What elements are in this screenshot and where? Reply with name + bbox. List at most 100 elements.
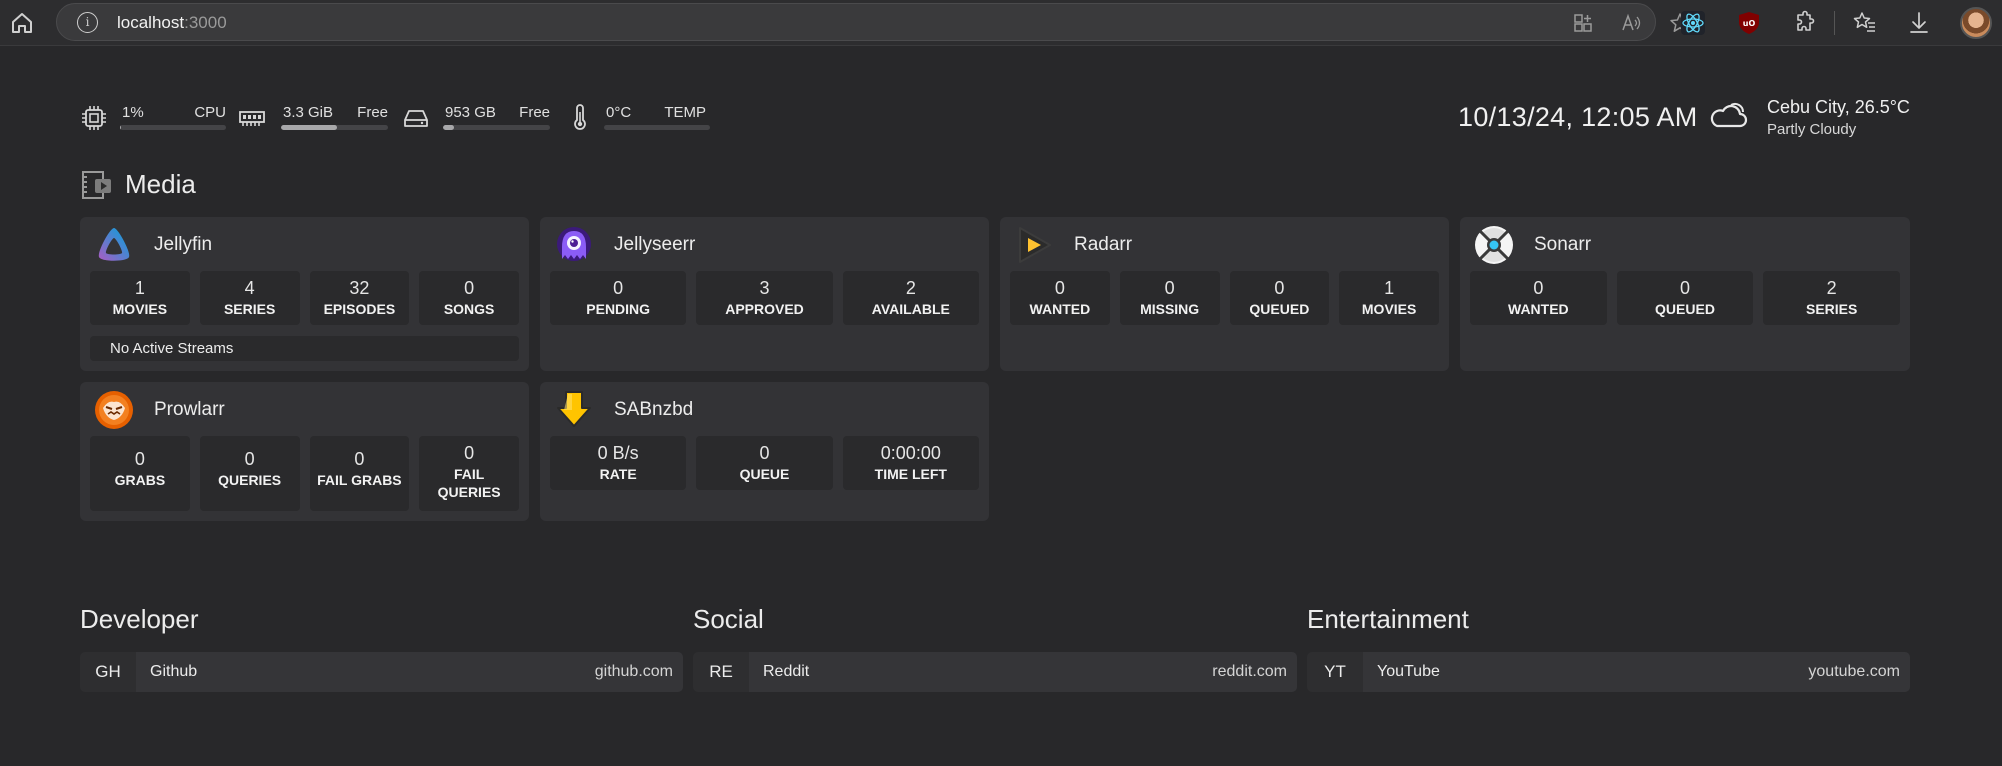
weather-condition: Partly Cloudy	[1767, 121, 1857, 138]
stat-time-left: 0:00:00 TIME LEFT	[842, 436, 979, 490]
bookmark-name: YouTube	[1377, 663, 1440, 680]
service-name: Radarr	[1074, 234, 1133, 255]
memory-usage-bar	[281, 125, 388, 130]
jellyseerr-icon	[557, 227, 591, 261]
service-card-jellyfin[interactable]: Jellyfin 1 MOVIES 4 SERIES 32 EPISODES 0 SON…	[80, 217, 529, 371]
jellyfin-icon	[98, 228, 130, 261]
cpu-icon	[82, 106, 106, 130]
stat-movies: 1 MOVIES	[1339, 271, 1439, 325]
stat-pending: 0 PENDING	[550, 271, 687, 325]
service-card-sabnzbd[interactable]: SABnzbd 0 B/s RATE 0 QUEUE 0:00:00 TIME LEF…	[540, 382, 989, 521]
sonarr-icon	[1475, 226, 1513, 264]
browser-toolbar: i localhost:3000 uO	[0, 0, 2002, 46]
stat-queued: 0 QUEUED	[1616, 271, 1754, 325]
service-card-radarr[interactable]: Radarr 0 WANTED 0 MISSING 0 QUEUED 1 MOVIES	[1000, 217, 1449, 371]
service-name: SABnzbd	[614, 399, 694, 420]
bookmark-abbr: GH	[80, 652, 136, 692]
read-aloud-icon[interactable]	[1620, 12, 1642, 34]
stat-queued: 0 QUEUED	[1229, 271, 1330, 325]
stat-episodes: 32 EPISODES	[309, 271, 410, 325]
service-card-sonarr[interactable]: Sonarr 0 WANTED 0 QUEUED 2 SERIES	[1460, 217, 1910, 371]
bookmark-url: youtube.com	[1808, 663, 1900, 680]
stat-rate: 0 B/s RATE	[550, 436, 687, 490]
weather-location: Cebu City, 26.5°C	[1767, 97, 1910, 117]
ublock-origin-icon[interactable]: uO	[1736, 10, 1762, 36]
cpu-label: CPU	[194, 104, 226, 121]
react-devtools-icon[interactable]	[1680, 10, 1706, 36]
disk-usage-bar	[443, 125, 550, 130]
disk-label: Free	[519, 104, 550, 121]
stat-series: 2 SERIES	[1763, 271, 1901, 325]
media-section-title: Media	[125, 169, 196, 199]
profile-avatar[interactable]	[1960, 7, 1992, 39]
sabnzbd-icon	[557, 391, 591, 427]
service-card-prowlarr[interactable]: Prowlarr 0 GRABS 0 QUERIES 0 FAIL GRABS 0 FA…	[80, 382, 529, 521]
home-icon[interactable]	[8, 9, 36, 37]
bookmark-body: Github github.com	[136, 652, 683, 692]
disk-stat: 953 GB Free	[402, 100, 550, 134]
bookmark-url: github.com	[594, 663, 673, 680]
stat-available: 2 AVAILABLE	[842, 271, 979, 325]
bookmark-youtube[interactable]: YT YouTube youtube.com	[1307, 652, 1910, 692]
service-stats: 0 B/s RATE 0 QUEUE 0:00:00 TIME LEFT	[550, 436, 979, 490]
stat-grabs: 0 GRABS	[90, 436, 190, 511]
radarr-icon	[1019, 227, 1051, 263]
bookmark-github[interactable]: GH Github github.com	[80, 652, 683, 692]
cpu-stat: 1% CPU	[80, 100, 226, 134]
bookmark-body: Reddit reddit.com	[749, 652, 1297, 692]
active-streams: No Active Streams	[90, 336, 519, 361]
address-bar[interactable]: i localhost:3000	[56, 3, 1690, 41]
bookmark-body: YouTube youtube.com	[1363, 652, 1910, 692]
stat-approved: 3 APPROVED	[696, 271, 833, 325]
stat-queries: 0 QUERIES	[199, 436, 300, 511]
stat-fail-grabs: 0 FAIL GRABS	[309, 436, 410, 511]
bookmark-name: Reddit	[763, 663, 810, 680]
url-text[interactable]: localhost:3000	[117, 13, 227, 33]
stat-queue: 0 QUEUE	[696, 436, 833, 490]
memory-usage-fill	[281, 125, 337, 130]
favorites-icon[interactable]	[1852, 10, 1878, 36]
service-stats: 0 WANTED 0 MISSING 0 QUEUED 1 MOVIES	[1010, 271, 1439, 325]
bookmark-group-title-developer: Developer	[80, 604, 199, 634]
prowlarr-icon	[95, 391, 133, 429]
bookmark-name: Github	[150, 663, 198, 680]
memory-value: 3.3 GiB	[283, 104, 334, 121]
date-time: 10/13/24, 12:05 AM	[1458, 102, 1698, 132]
service-name: Jellyseerr	[614, 234, 696, 255]
service-stats: 0 PENDING 3 APPROVED 2 AVAILABLE	[550, 271, 979, 325]
service-stats: 0 WANTED 0 QUEUED 2 SERIES	[1470, 271, 1901, 325]
cpu-usage-fill	[120, 125, 122, 130]
temp-usage-bar	[604, 125, 710, 130]
cpu-value: 1%	[122, 104, 144, 121]
temp-value: 0°C	[606, 104, 632, 121]
temp-stat: 0°C TEMP	[566, 100, 710, 134]
app-available-icon[interactable]	[1572, 12, 1594, 34]
svg-text:uO: uO	[1743, 19, 1756, 28]
site-info-icon[interactable]: i	[77, 12, 98, 33]
service-name: Jellyfin	[154, 234, 213, 255]
cpu-usage-bar	[120, 125, 226, 130]
memory-icon	[239, 111, 265, 126]
temp-label: TEMP	[664, 104, 706, 121]
service-card-jellyseerr[interactable]: Jellyseerr 0 PENDING 3 APPROVED 2 AVAILABLE	[540, 217, 989, 371]
bookmark-group-title-social: Social	[693, 604, 764, 634]
stat-wanted: 0 WANTED	[1010, 271, 1110, 325]
media-group-icon	[82, 171, 111, 199]
stat-songs: 0 SONGS	[419, 271, 519, 325]
partly-cloudy-icon	[1710, 102, 1748, 128]
hard-drive-icon	[404, 110, 428, 127]
toolbar-separator	[1834, 11, 1835, 35]
extensions-icon[interactable]	[1791, 10, 1817, 36]
stat-series: 4 SERIES	[199, 271, 300, 325]
memory-stat: 3.3 GiB Free	[238, 100, 388, 134]
bookmark-group-title-entertainment: Entertainment	[1307, 604, 1469, 634]
memory-label: Free	[357, 104, 388, 121]
bookmark-abbr: YT	[1307, 652, 1363, 692]
service-stats: 1 MOVIES 4 SERIES 32 EPISODES 0 SONGS	[90, 271, 519, 325]
service-name: Prowlarr	[154, 399, 225, 420]
thermometer-icon	[574, 104, 586, 130]
bookmark-reddit[interactable]: RE Reddit reddit.com	[693, 652, 1297, 692]
downloads-icon[interactable]	[1906, 10, 1932, 36]
stat-wanted: 0 WANTED	[1470, 271, 1607, 325]
stat-missing: 0 MISSING	[1119, 271, 1220, 325]
